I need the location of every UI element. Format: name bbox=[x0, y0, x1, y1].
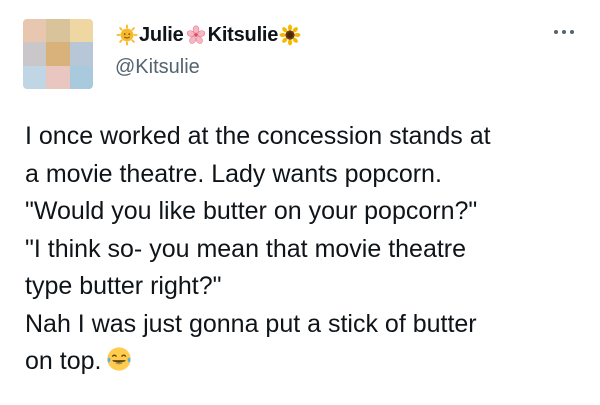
avatar-pixel bbox=[69, 19, 93, 43]
tweet-text-line: I once worked at the concession stands a… bbox=[25, 122, 491, 150]
avatar-pixel bbox=[23, 42, 47, 66]
tweet-text-line-last: on top. bbox=[25, 343, 585, 381]
avatar-pixel bbox=[46, 42, 70, 66]
avatar-pixel bbox=[69, 65, 93, 89]
avatar-pixel bbox=[46, 65, 70, 89]
tweet-text-line: a movie theatre. Lady wants popcorn. bbox=[25, 159, 442, 188]
author-name-part2[interactable]: Kitsulie bbox=[208, 24, 279, 47]
author-name-part1[interactable]: Julie bbox=[139, 24, 184, 47]
tweet-text-line: on top. bbox=[25, 347, 102, 375]
sun-with-face-icon bbox=[116, 24, 138, 46]
tweet-text-line: "Would you like butter on your popcorn?" bbox=[25, 197, 478, 225]
tweet-text-line: Nah I was just gonna put a stick of butt… bbox=[25, 309, 477, 338]
author-handle[interactable]: @Kitsulie bbox=[115, 56, 200, 79]
avatar-pixel bbox=[23, 65, 47, 89]
tweet-text: I once worked at the concession stands a… bbox=[25, 118, 585, 381]
avatar-pixel bbox=[46, 19, 70, 43]
face-with-tears-of-joy-icon bbox=[107, 347, 132, 371]
avatar-pixel bbox=[23, 19, 47, 43]
tweet-text-line: "I think so- you mean that movie theatre bbox=[25, 234, 467, 263]
tweet-card: Julie Kitsulie @Kitsulie I once worked a… bbox=[0, 0, 600, 405]
more-options-icon[interactable] bbox=[548, 20, 580, 44]
author-name-row[interactable]: Julie Kitsulie bbox=[115, 20, 302, 50]
avatar[interactable] bbox=[23, 19, 93, 89]
tweet-text-line: type butter right?" bbox=[25, 272, 222, 300]
avatar-pixel bbox=[69, 42, 93, 66]
cherry-blossom-icon bbox=[186, 25, 205, 44]
sunflower-icon bbox=[279, 24, 301, 46]
